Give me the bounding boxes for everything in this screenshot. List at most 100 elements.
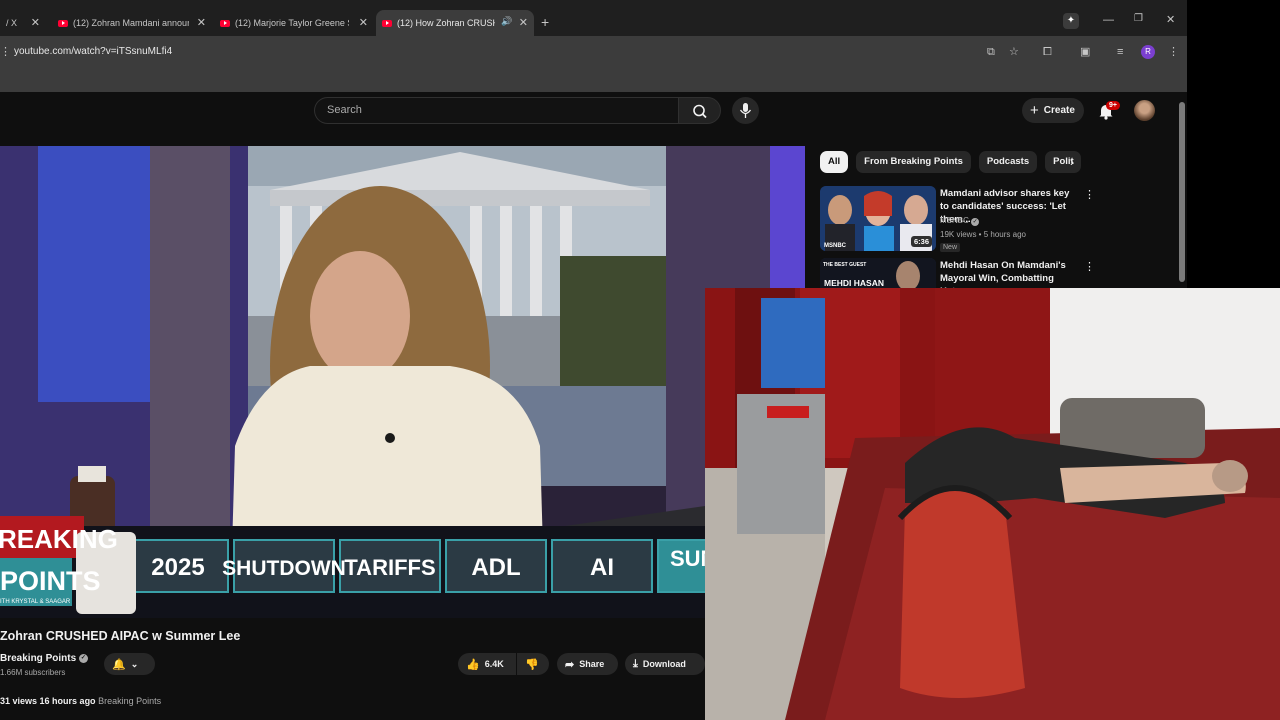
- verified-check-icon: ✓: [78, 653, 88, 663]
- lower-third-ai: AI: [590, 554, 614, 581]
- media-control-icon[interactable]: ≡: [1117, 45, 1123, 59]
- site-info-icon[interactable]: ⋮: [0, 45, 11, 59]
- create-label: Create: [1043, 105, 1075, 116]
- dislike-button[interactable]: 👎: [517, 653, 549, 675]
- like-count: 6.4K: [484, 659, 504, 669]
- lower-third-2025: 2025: [151, 554, 204, 581]
- chevron-down-icon: ⌄: [130, 658, 139, 669]
- tab-title: (12) Zohran Mamdani announc: [73, 18, 189, 28]
- search-icon: [693, 104, 707, 119]
- tab-close-icon[interactable]: ✕: [197, 16, 206, 30]
- browser-menu-icon[interactable]: ⋮: [1168, 45, 1179, 59]
- profile-avatar[interactable]: R: [1141, 45, 1155, 59]
- tab-strip: / X ✕ (12) Zohran Mamdani announc ✕ (12)…: [0, 10, 1187, 36]
- chip-politics[interactable]: Polit: [1045, 151, 1082, 173]
- gemini-sparkle-icon[interactable]: ✦: [1063, 13, 1079, 29]
- share-button[interactable]: ➦ Share: [557, 653, 618, 675]
- thumbs-down-icon: 👎: [525, 658, 539, 671]
- logo-breaking-text: REAKING: [0, 524, 118, 554]
- tab-x[interactable]: / X ✕: [0, 10, 46, 36]
- youtube-favicon-icon: [382, 19, 392, 27]
- more-options-icon[interactable]: ⋮: [1084, 260, 1095, 273]
- subscription-bell-button[interactable]: 🔔 ⌄: [104, 653, 155, 675]
- upload-age: 16 hours ago: [39, 696, 96, 706]
- channel-name[interactable]: Breaking Points ✓: [0, 653, 88, 664]
- speaker-icon[interactable]: 🔊: [501, 16, 512, 27]
- webcam-overlay: [705, 288, 1280, 720]
- recommendation-item[interactable]: THE BEST GUEST MEHDI HASAN Mehdi Hasan O…: [820, 258, 1100, 323]
- chip-from-breaking-points[interactable]: From Breaking Points: [856, 151, 971, 173]
- thumbs-up-icon: 👍: [466, 658, 480, 671]
- tab-close-icon[interactable]: ✕: [519, 16, 528, 30]
- description-tag[interactable]: Breaking Points: [98, 696, 161, 706]
- bell-icon: 🔔: [112, 658, 126, 671]
- scrollbar-thumb[interactable]: [1179, 102, 1185, 282]
- webcam-feed-image: [705, 288, 1280, 720]
- youtube-favicon-icon: [58, 19, 68, 27]
- related-filter-chips: All From Breaking Points Podcasts Polit: [820, 151, 1082, 173]
- new-badge: New: [940, 243, 961, 252]
- tab-title: (12) How Zohran CRUSHED: [397, 18, 495, 28]
- chip-all[interactable]: All: [820, 151, 849, 173]
- video-title: Zohran CRUSHED AIPAC w Summer Lee: [0, 629, 241, 643]
- search-button[interactable]: [678, 97, 721, 124]
- tab-close-icon[interactable]: ✕: [359, 16, 368, 30]
- thumbnail-network-text: MSNBC: [824, 243, 847, 249]
- share-arrow-icon: ➦: [565, 658, 575, 671]
- extensions-icon[interactable]: ⧠: [1043, 45, 1052, 59]
- tab-close-icon[interactable]: ✕: [31, 16, 40, 30]
- thumbnail-name-text: MEHDI HASAN: [824, 278, 884, 288]
- minimize-icon[interactable]: —: [1103, 14, 1114, 26]
- tab-mamdani[interactable]: (12) Zohran Mamdani announc ✕: [52, 10, 212, 36]
- share-label: Share: [579, 659, 605, 669]
- tab-active-zohran[interactable]: (12) How Zohran CRUSHED 🔊 ✕: [376, 10, 534, 36]
- tab-title: / X: [6, 18, 18, 28]
- tab-title: (12) Marjorie Taylor Greene SH: [235, 18, 349, 28]
- logo-points-text: POINTS: [0, 566, 101, 596]
- bookmark-star-icon[interactable]: ☆: [1009, 45, 1019, 59]
- download-button[interactable]: ⤓ Download: [625, 653, 705, 675]
- plus-icon: +: [1030, 102, 1039, 119]
- install-app-icon[interactable]: ⧉: [987, 45, 995, 59]
- notification-count-badge: 9+: [1106, 101, 1120, 110]
- bookmark-bar: [0, 68, 1187, 92]
- address-toolbar: youtube.com/watch?v=iTSsnuMLfi4 ⋮ ⧉ ☆ ⧠ …: [0, 36, 1187, 68]
- lower-third-tariffs: TARIFFS: [344, 555, 435, 580]
- like-button[interactable]: 👍 6.4K: [458, 653, 516, 675]
- channel-name-label: Breaking Points: [0, 653, 77, 664]
- description-meta[interactable]: 31 views 16 hours ago Breaking Points: [0, 696, 161, 706]
- view-count: 31 views: [0, 696, 38, 706]
- more-options-icon[interactable]: ⋮: [1084, 188, 1095, 201]
- subscriber-count: 1.66M subscribers: [0, 668, 66, 677]
- logo-hosts-text: ITH KRYSTAL & SAAGAR: [0, 599, 71, 605]
- video-duration: 6:36: [910, 236, 932, 247]
- tab-greene[interactable]: (12) Marjorie Taylor Greene SH ✕: [214, 10, 374, 36]
- create-button[interactable]: + Create: [1022, 98, 1084, 123]
- browser-chrome: / X ✕ (12) Zohran Mamdani announc ✕ (12)…: [0, 0, 1187, 92]
- download-icon: ⤓: [633, 657, 638, 670]
- verified-check-icon: ✓: [971, 218, 980, 226]
- restore-icon[interactable]: ❐: [1134, 13, 1143, 24]
- thumbnail-subtext: THE BEST GUEST: [823, 262, 866, 268]
- chevron-right-icon[interactable]: ›: [1070, 155, 1074, 169]
- channel-name: MSNBC: [940, 216, 969, 225]
- split-view-icon[interactable]: ▣: [1080, 45, 1090, 59]
- address-bar[interactable]: youtube.com/watch?v=iTSsnuMLfi4: [0, 41, 1000, 63]
- download-label: Download: [642, 659, 686, 669]
- voice-search-button[interactable]: [732, 97, 759, 124]
- video-player[interactable]: REAKING POINTS ITH KRYSTAL & SAAGAR 2025…: [0, 146, 805, 618]
- account-avatar[interactable]: [1134, 100, 1155, 121]
- chip-podcasts[interactable]: Podcasts: [978, 151, 1038, 173]
- lower-third-shutdown: SHUTDOWN: [222, 557, 346, 580]
- recommendation-meta: 19K views • 5 hours ago: [940, 230, 1026, 239]
- recommendation-item[interactable]: MSNBC 6:36 Mamdani advisor shares key to…: [820, 186, 1100, 254]
- youtube-favicon-icon: [220, 19, 230, 27]
- recommendation-channel[interactable]: MSNBC ✓: [940, 216, 980, 226]
- search-input[interactable]: Search: [314, 97, 678, 124]
- video-frame: REAKING POINTS ITH KRYSTAL & SAAGAR 2025…: [0, 146, 805, 618]
- lower-third-adl: ADL: [471, 554, 520, 581]
- microphone-icon: [739, 103, 752, 118]
- recommendation-thumbnail[interactable]: MSNBC 6:36: [820, 186, 936, 251]
- new-tab-plus-icon[interactable]: +: [541, 14, 549, 30]
- close-window-icon[interactable]: ✕: [1166, 13, 1175, 26]
